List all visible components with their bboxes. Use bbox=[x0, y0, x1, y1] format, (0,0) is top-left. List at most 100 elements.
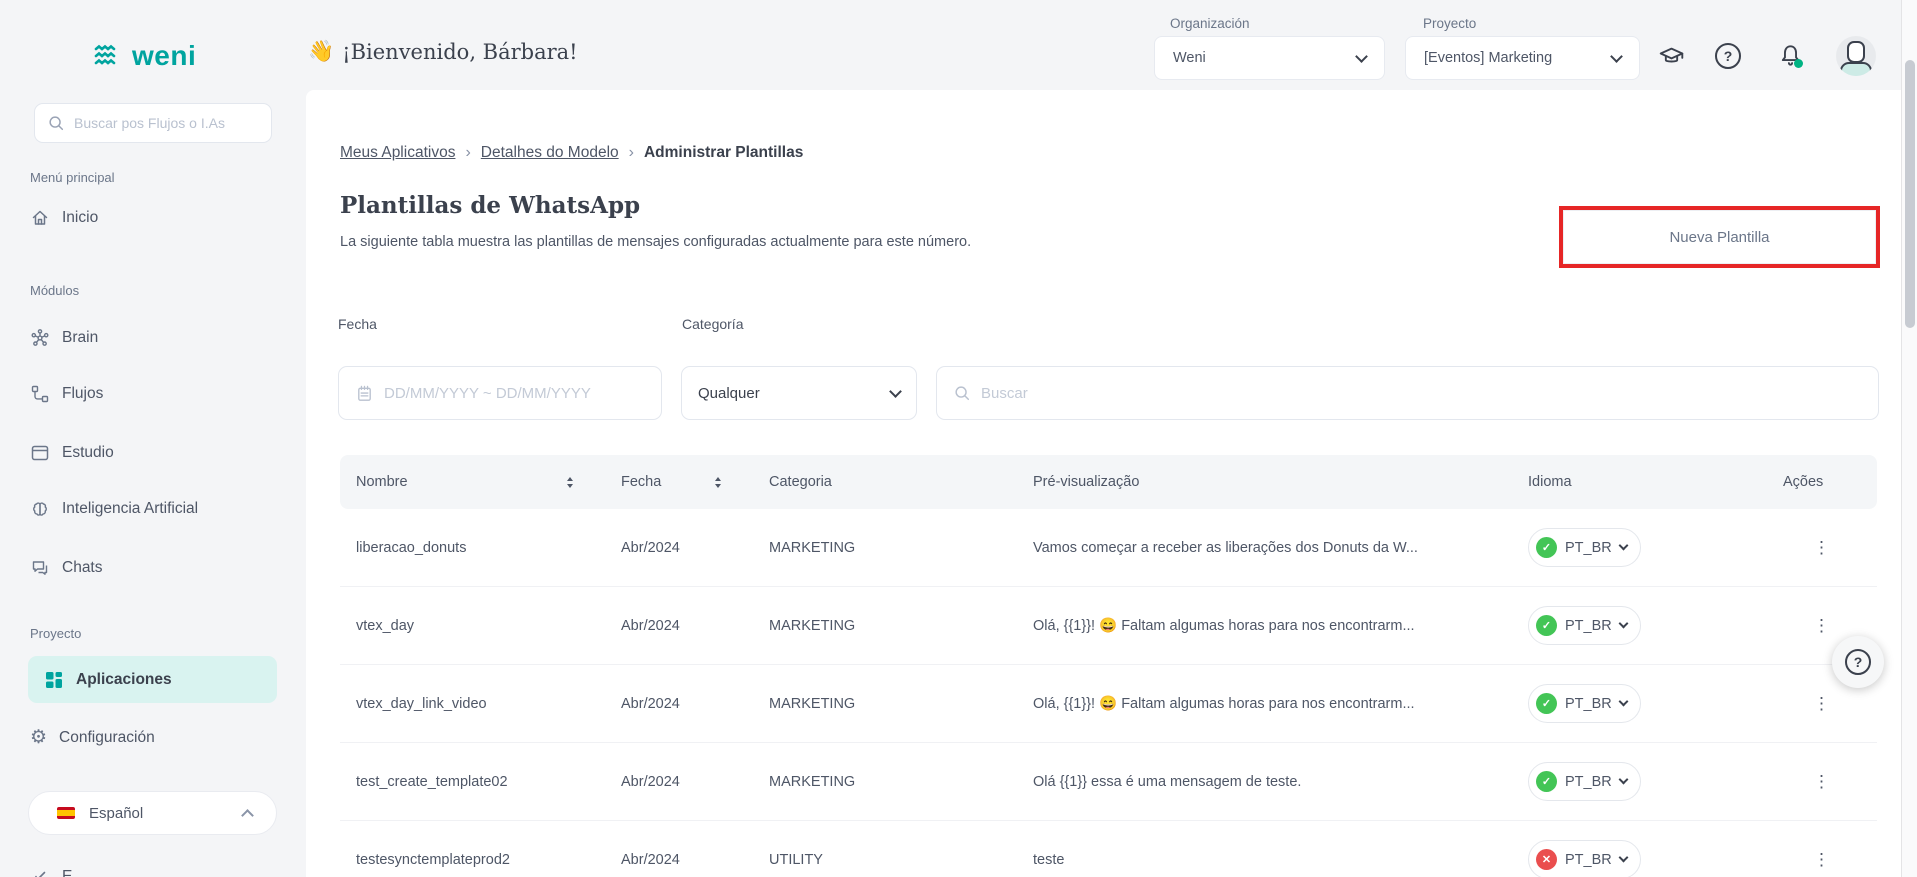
sort-icon[interactable] bbox=[567, 477, 573, 488]
template-name: vtex_day_link_video bbox=[340, 696, 605, 712]
table-row: testesynctemplateprod2 Abr/2024 UTILITY … bbox=[340, 821, 1877, 877]
table-row: liberacao_donuts Abr/2024 MARKETING Vamo… bbox=[340, 509, 1877, 587]
section-label-modules: Módulos bbox=[30, 283, 79, 298]
collapse-arrow-icon bbox=[30, 867, 50, 877]
date-range-field[interactable] bbox=[384, 385, 645, 402]
sidebar-item-estudio[interactable]: Estudio bbox=[30, 438, 114, 468]
sidebar-item-aplicaciones[interactable]: Aplicaciones bbox=[28, 656, 277, 703]
language-code: PT_BR bbox=[1565, 540, 1612, 556]
question-mark-icon bbox=[1715, 43, 1741, 69]
wave-emoji: 👋 bbox=[308, 40, 334, 64]
sidebar-item-collapse[interactable]: E bbox=[30, 862, 72, 877]
sidebar-item-configuracion[interactable]: Configuración bbox=[30, 723, 155, 753]
organization-select[interactable]: Weni bbox=[1154, 36, 1385, 80]
main-content: Meus Aplicativos Detalhes do Modelo Admi… bbox=[306, 90, 1901, 877]
language-badge[interactable]: PT_BR bbox=[1528, 840, 1641, 877]
status-approved-icon bbox=[1536, 615, 1557, 636]
category-select[interactable]: Qualquer bbox=[681, 366, 917, 420]
chevron-up-icon bbox=[241, 809, 254, 822]
calendar-icon bbox=[355, 384, 374, 403]
chevron-down-icon bbox=[1618, 853, 1628, 863]
table-row: test_create_template02 Abr/2024 MARKETIN… bbox=[340, 743, 1877, 821]
kebab-menu-icon[interactable] bbox=[1809, 847, 1835, 872]
template-category: MARKETING bbox=[753, 618, 1017, 634]
language-badge[interactable]: PT_BR bbox=[1528, 684, 1641, 723]
language-label: Español bbox=[89, 805, 143, 822]
language-selector[interactable]: Español bbox=[28, 791, 277, 835]
annotation-highlight-box: Nueva Plantilla bbox=[1559, 206, 1880, 268]
language-badge[interactable]: PT_BR bbox=[1528, 762, 1641, 801]
kebab-menu-icon[interactable] bbox=[1809, 769, 1835, 794]
scrollbar-thumb[interactable] bbox=[1905, 60, 1915, 328]
status-approved-icon bbox=[1536, 771, 1557, 792]
sidebar-item-brain[interactable]: Brain bbox=[30, 323, 98, 353]
header-acoes: Ações bbox=[1783, 474, 1823, 490]
floating-help-button[interactable] bbox=[1832, 636, 1884, 688]
weni-logo: weni bbox=[94, 42, 196, 70]
table-search-input[interactable] bbox=[981, 385, 1862, 402]
notification-dot bbox=[1794, 59, 1803, 68]
language-code: PT_BR bbox=[1565, 852, 1612, 868]
welcome-heading: 👋 ¡Bienvenido, Bárbara! bbox=[308, 40, 578, 64]
gear-icon bbox=[30, 728, 47, 748]
sidebar-item-flujos[interactable]: Flujos bbox=[30, 379, 103, 409]
header-categoria: Categoria bbox=[769, 474, 832, 490]
project-label: Proyecto bbox=[1423, 16, 1476, 31]
avatar-head bbox=[1847, 41, 1865, 63]
sidebar-item-label: Configuración bbox=[59, 729, 155, 747]
academy-button[interactable] bbox=[1658, 43, 1685, 70]
sidebar-item-label: Brain bbox=[62, 329, 98, 347]
template-date: Abr/2024 bbox=[605, 852, 753, 868]
template-date: Abr/2024 bbox=[605, 618, 753, 634]
page-subtitle: La siguiente tabla muestra las plantilla… bbox=[340, 234, 971, 250]
sidebar-item-label: Chats bbox=[62, 559, 103, 577]
kebab-menu-icon[interactable] bbox=[1809, 535, 1835, 560]
help-button[interactable] bbox=[1715, 43, 1741, 69]
sidebar-search-input[interactable] bbox=[74, 115, 259, 131]
template-date: Abr/2024 bbox=[605, 696, 753, 712]
template-name: testesynctemplateprod2 bbox=[340, 852, 605, 868]
date-range-input[interactable] bbox=[338, 366, 662, 420]
notifications-button[interactable] bbox=[1777, 42, 1804, 69]
spain-flag-icon bbox=[57, 807, 75, 819]
apps-grid-icon bbox=[44, 670, 64, 690]
breadcrumb-current: Administrar Plantillas bbox=[644, 144, 803, 162]
brain-icon bbox=[30, 499, 50, 519]
template-name: vtex_day bbox=[340, 618, 605, 634]
template-date: Abr/2024 bbox=[605, 540, 753, 556]
template-category: MARKETING bbox=[753, 774, 1017, 790]
breadcrumb-detalhes-do-modelo[interactable]: Detalhes do Modelo bbox=[481, 144, 619, 162]
status-approved-icon bbox=[1536, 537, 1557, 558]
language-badge[interactable]: PT_BR bbox=[1528, 528, 1641, 567]
chevron-down-icon bbox=[1355, 50, 1368, 63]
project-select[interactable]: [Eventos] Marketing bbox=[1405, 36, 1640, 80]
sort-icon[interactable] bbox=[715, 477, 721, 488]
sidebar-item-label: Inicio bbox=[62, 209, 98, 227]
search-icon bbox=[953, 384, 971, 402]
sidebar-item-inicio[interactable]: Inicio bbox=[30, 203, 98, 233]
question-mark-icon bbox=[1845, 649, 1871, 675]
kebab-menu-icon[interactable] bbox=[1809, 613, 1835, 638]
sidebar-item-inteligencia-artificial[interactable]: Inteligencia Artificial bbox=[30, 494, 198, 524]
graduation-cap-icon bbox=[1658, 43, 1685, 70]
breadcrumb-meus-aplicativos[interactable]: Meus Aplicativos bbox=[340, 144, 455, 162]
chat-icon bbox=[30, 558, 50, 578]
kebab-menu-icon[interactable] bbox=[1809, 691, 1835, 716]
organization-value: Weni bbox=[1173, 50, 1206, 66]
organization-label: Organización bbox=[1170, 16, 1250, 31]
header-nombre: Nombre bbox=[356, 474, 408, 490]
template-category: UTILITY bbox=[753, 852, 1017, 868]
language-badge[interactable]: PT_BR bbox=[1528, 606, 1641, 645]
sidebar-search[interactable] bbox=[34, 103, 272, 143]
new-template-button[interactable]: Nueva Plantilla bbox=[1563, 210, 1876, 264]
chevron-down-icon bbox=[1618, 697, 1628, 707]
chevron-down-icon bbox=[889, 385, 902, 398]
language-code: PT_BR bbox=[1565, 696, 1612, 712]
sidebar-item-label: Aplicaciones bbox=[76, 671, 172, 689]
template-name: liberacao_donuts bbox=[340, 540, 605, 556]
user-avatar[interactable] bbox=[1836, 36, 1876, 76]
language-code: PT_BR bbox=[1565, 618, 1612, 634]
table-search[interactable] bbox=[936, 366, 1879, 420]
window-icon bbox=[30, 443, 50, 463]
sidebar-item-chats[interactable]: Chats bbox=[30, 553, 103, 583]
